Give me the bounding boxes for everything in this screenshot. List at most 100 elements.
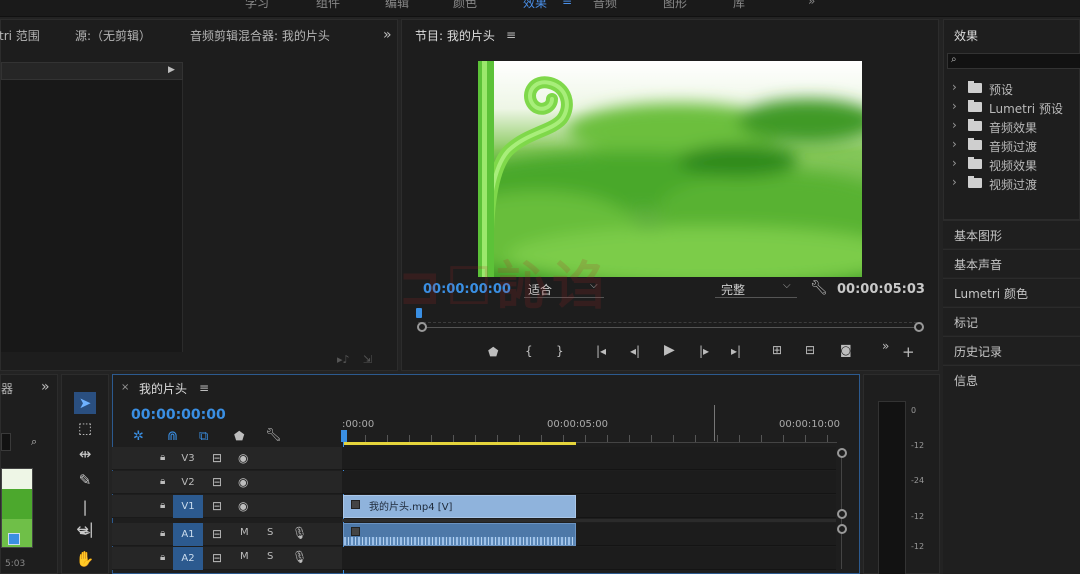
sync-lock-icon[interactable]: ⊟ (212, 500, 222, 512)
section-essential-sound[interactable]: 基本声音 (943, 249, 1080, 277)
section-essential-graphics[interactable]: 基本图形 (943, 220, 1080, 248)
mark-out-icon[interactable]: } (556, 345, 564, 357)
sync-lock-icon[interactable]: ⊟ (212, 476, 222, 488)
effects-title[interactable]: 效果 (954, 27, 978, 44)
section-lumetri-color[interactable]: Lumetri 颜色 (943, 278, 1080, 306)
extract-icon[interactable]: ⊟ (805, 344, 815, 356)
sequence-title[interactable]: 我的片头 (139, 380, 187, 397)
workspace-menu-icon[interactable]: ≡ (562, 0, 572, 8)
mute-button[interactable]: M (240, 528, 249, 538)
add-marker-icon[interactable]: ⬟ (488, 346, 498, 358)
clip-thumbnail[interactable] (1, 468, 33, 548)
panel-menu-icon[interactable]: ≡ (506, 29, 516, 41)
track-label-a1[interactable]: A1 (173, 523, 203, 546)
zoom-scroll-bar[interactable] (422, 327, 918, 328)
track-label-v1[interactable]: V1 (173, 495, 203, 518)
workspace-tab-libraries[interactable]: 库 (733, 0, 745, 11)
workspace-tab-edit[interactable]: 编辑 (385, 0, 409, 11)
scroll-handle-audio[interactable] (837, 524, 847, 534)
workspace-tab-graphics[interactable]: 图形 (663, 0, 687, 11)
expand-arrow-icon[interactable]: › (952, 157, 957, 169)
selection-tool-icon[interactable]: ➤ (74, 392, 96, 414)
pen-tool-icon[interactable]: ✒ (74, 522, 96, 544)
linked-selection-icon[interactable]: ⧉ (199, 430, 208, 443)
timeline-timecode[interactable]: 00:00:00:00 (131, 407, 226, 423)
export-icon[interactable]: ⇲ (363, 354, 372, 365)
lock-icon[interactable]: 🔒︎ (160, 477, 165, 487)
expand-arrow-icon[interactable]: › (952, 119, 957, 131)
panel-overflow-icon[interactable]: » (41, 380, 50, 394)
video-clip[interactable]: 我的片头.mp4 [V] (343, 495, 576, 518)
expand-arrow-icon[interactable]: › (952, 100, 957, 112)
track-select-tool-icon[interactable]: ⬚ (74, 417, 96, 439)
track-lane-v3[interactable] (342, 447, 836, 470)
more-workspaces-icon[interactable]: » (808, 0, 815, 8)
video-audio-divider[interactable] (342, 519, 836, 522)
lock-icon[interactable]: 🔒︎ (160, 501, 165, 511)
panel-menu-icon[interactable]: ≡ (199, 382, 209, 394)
panel-overflow-icon[interactable]: » (383, 28, 392, 42)
eye-icon[interactable]: ◉ (238, 500, 248, 512)
section-info[interactable]: 信息 (943, 365, 1080, 574)
tab-audio-clip-mixer[interactable]: 音频剪辑混合器: 我的片头 (190, 27, 330, 44)
mark-in-icon[interactable]: { (525, 345, 533, 357)
tab-source[interactable]: 源:（无剪辑） (75, 27, 151, 44)
workspace-tab-effects[interactable]: 效果 (523, 0, 547, 11)
effects-search-input[interactable]: ⌕ (947, 53, 1080, 69)
lock-icon[interactable]: 🔒︎ (160, 529, 165, 539)
project-search-input[interactable] (1, 433, 11, 451)
button-editor-icon[interactable]: + (902, 345, 915, 360)
microphone-icon[interactable]: 🎙︎ (292, 551, 307, 563)
workspace-tab-audio[interactable]: 音频 (593, 0, 617, 11)
eye-icon[interactable]: ◉ (238, 476, 248, 488)
insert-audio-icon[interactable]: ▸♪ (337, 354, 350, 365)
step-back-icon[interactable]: ◂| (630, 345, 640, 357)
workspace-tab-color[interactable]: 颜色 (453, 0, 477, 11)
solo-button[interactable]: S (267, 552, 273, 562)
go-to-in-icon[interactable]: |◂ (596, 345, 606, 357)
go-to-out-icon[interactable]: ▸| (731, 345, 741, 357)
section-history[interactable]: 历史记录 (943, 336, 1080, 364)
slip-tool-icon[interactable]: |↔| (74, 496, 96, 538)
track-lane-a2[interactable] (342, 547, 836, 570)
snap-magnet-icon[interactable]: ⋒ (167, 430, 178, 443)
sync-lock-icon[interactable]: ⊟ (212, 552, 222, 564)
play-icon[interactable]: ▶ (664, 343, 675, 357)
lock-icon[interactable]: 🔒︎ (160, 453, 165, 463)
track-label-v2[interactable]: V2 (173, 471, 203, 494)
track-lane-v2[interactable] (342, 471, 836, 494)
close-icon[interactable]: × (121, 383, 129, 393)
work-area-bar[interactable] (343, 442, 576, 445)
scroll-handle-top[interactable] (837, 448, 847, 458)
expand-arrow-icon[interactable]: › (952, 81, 957, 93)
sync-lock-icon[interactable]: ⊟ (212, 528, 222, 540)
step-forward-icon[interactable]: |▸ (699, 345, 709, 357)
program-title[interactable]: 节目: 我的片头 (415, 27, 495, 44)
overflow-icon[interactable]: » (882, 340, 889, 352)
expand-arrow-icon[interactable]: › (952, 176, 957, 188)
hand-tool-icon[interactable]: ✋ (74, 548, 96, 570)
playback-resolution-select[interactable]: 完整 ⌵ (715, 280, 797, 298)
audio-clip[interactable] (343, 523, 576, 546)
solo-button[interactable]: S (267, 528, 273, 538)
workspace-tab-learn[interactable]: 学习 (245, 0, 269, 11)
expand-arrow-icon[interactable]: ▶ (168, 66, 175, 75)
zoom-handle-left[interactable] (417, 322, 427, 332)
zoom-handle-right[interactable] (914, 322, 924, 332)
wrench-icon[interactable]: 🔧︎ (810, 281, 828, 295)
section-markers[interactable]: 标记 (943, 307, 1080, 335)
find-icon[interactable]: ⌕ (31, 436, 37, 447)
lock-icon[interactable]: 🔒︎ (160, 553, 165, 563)
add-marker-icon[interactable]: ⬟ (234, 430, 244, 442)
tab-lumetri-scopes[interactable]: tri 范围 (0, 27, 40, 44)
lift-icon[interactable]: ⊞ (772, 344, 782, 356)
export-frame-icon[interactable]: ◙ (840, 344, 852, 356)
wrench-icon[interactable]: 🔧︎ (265, 429, 282, 442)
tab-media-browser[interactable]: 器 (1, 380, 13, 397)
nest-icon[interactable]: ✲ (133, 430, 144, 443)
ripple-edit-tool-icon[interactable]: ⇹ (74, 443, 96, 465)
playhead-marker[interactable] (341, 430, 347, 442)
eye-icon[interactable]: ◉ (238, 452, 248, 464)
scroll-handle-mid[interactable] (837, 509, 847, 519)
microphone-icon[interactable]: 🎙︎ (292, 527, 307, 539)
